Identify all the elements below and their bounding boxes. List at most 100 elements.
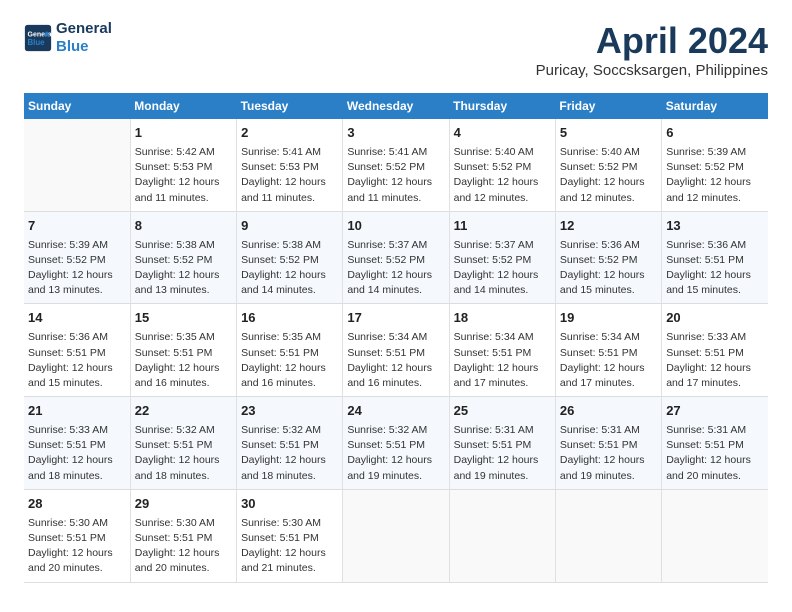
calendar-day-cell: 13 Sunrise: 5:36 AM Sunset: 5:51 PM Dayli… [662, 211, 768, 304]
day-info: Sunrise: 5:42 AM Sunset: 5:53 PM Dayligh… [135, 145, 232, 206]
day-number: 29 [135, 495, 232, 514]
logo: General Blue General Blue [24, 20, 112, 56]
weekday-header-cell: Saturday [662, 93, 768, 119]
day-info: Sunrise: 5:37 AM Sunset: 5:52 PM Dayligh… [454, 238, 551, 299]
calendar-day-cell: 6 Sunrise: 5:39 AM Sunset: 5:52 PM Daylig… [662, 119, 768, 211]
calendar-table: SundayMondayTuesdayWednesdayThursdayFrid… [24, 93, 768, 583]
day-number: 19 [560, 309, 657, 328]
weekday-header-cell: Thursday [449, 93, 555, 119]
weekday-header-cell: Friday [555, 93, 661, 119]
day-number: 10 [347, 217, 444, 236]
calendar-day-cell: 22 Sunrise: 5:32 AM Sunset: 5:51 PM Dayli… [130, 397, 236, 490]
day-info: Sunrise: 5:38 AM Sunset: 5:52 PM Dayligh… [241, 238, 338, 299]
day-number: 27 [666, 402, 764, 421]
day-info: Sunrise: 5:32 AM Sunset: 5:51 PM Dayligh… [135, 423, 232, 484]
calendar-day-cell: 23 Sunrise: 5:32 AM Sunset: 5:51 PM Dayli… [237, 397, 343, 490]
calendar-day-cell: 19 Sunrise: 5:34 AM Sunset: 5:51 PM Dayli… [555, 304, 661, 397]
calendar-day-cell: 16Sunrise: 5:35 AM Sunset: 5:51 PM Dayli… [237, 304, 343, 397]
calendar-week-row: 7 Sunrise: 5:39 AM Sunset: 5:52 PM Daylig… [24, 211, 768, 304]
day-number: 25 [454, 402, 551, 421]
logo-icon: General Blue [24, 24, 52, 52]
day-number: 24 [347, 402, 444, 421]
day-info: Sunrise: 5:30 AM Sunset: 5:51 PM Dayligh… [28, 516, 126, 577]
day-number: 23 [241, 402, 338, 421]
day-info: Sunrise: 5:30 AM Sunset: 5:51 PM Dayligh… [135, 516, 232, 577]
day-number: 1 [135, 124, 232, 143]
calendar-day-cell: 24 Sunrise: 5:32 AM Sunset: 5:51 PM Dayli… [343, 397, 449, 490]
day-number: 11 [454, 217, 551, 236]
logo-text: General Blue [56, 20, 112, 56]
day-number: 13 [666, 217, 764, 236]
calendar-day-cell: 9 Sunrise: 5:38 AM Sunset: 5:52 PM Daylig… [237, 211, 343, 304]
day-info: Sunrise: 5:36 AM Sunset: 5:51 PM Dayligh… [666, 238, 764, 299]
weekday-header-cell: Monday [130, 93, 236, 119]
calendar-week-row: 28 Sunrise: 5:30 AM Sunset: 5:51 PM Dayli… [24, 489, 768, 582]
day-info: Sunrise: 5:31 AM Sunset: 5:51 PM Dayligh… [666, 423, 764, 484]
day-info: Sunrise: 5:35 AM Sunset: 5:51 PM Dayligh… [135, 330, 232, 391]
day-number: 20 [666, 309, 764, 328]
calendar-day-cell: 15 Sunrise: 5:35 AM Sunset: 5:51 PM Dayli… [130, 304, 236, 397]
calendar-day-cell [555, 489, 661, 582]
calendar-day-cell: 12Sunrise: 5:36 AM Sunset: 5:52 PM Dayli… [555, 211, 661, 304]
calendar-day-cell: 1 Sunrise: 5:42 AM Sunset: 5:53 PM Daylig… [130, 119, 236, 211]
calendar-week-row: 21 Sunrise: 5:33 AM Sunset: 5:51 PM Dayli… [24, 397, 768, 490]
calendar-day-cell: 20 Sunrise: 5:33 AM Sunset: 5:51 PM Dayli… [662, 304, 768, 397]
calendar-day-cell [24, 119, 130, 211]
day-info: Sunrise: 5:34 AM Sunset: 5:51 PM Dayligh… [454, 330, 551, 391]
day-number: 26 [560, 402, 657, 421]
day-number: 7 [28, 217, 126, 236]
day-number: 21 [28, 402, 126, 421]
day-number: 9 [241, 217, 338, 236]
calendar-day-cell: 2Sunrise: 5:41 AM Sunset: 5:53 PM Daylig… [237, 119, 343, 211]
calendar-day-cell [343, 489, 449, 582]
day-info: Sunrise: 5:32 AM Sunset: 5:51 PM Dayligh… [347, 423, 444, 484]
day-info: Sunrise: 5:33 AM Sunset: 5:51 PM Dayligh… [666, 330, 764, 391]
calendar-day-cell: 8 Sunrise: 5:38 AM Sunset: 5:52 PM Daylig… [130, 211, 236, 304]
calendar-day-cell: 18 Sunrise: 5:34 AM Sunset: 5:51 PM Dayli… [449, 304, 555, 397]
day-info: Sunrise: 5:36 AM Sunset: 5:52 PM Dayligh… [560, 238, 657, 299]
day-info: Sunrise: 5:37 AM Sunset: 5:52 PM Dayligh… [347, 238, 444, 299]
calendar-day-cell: 30Sunrise: 5:30 AM Sunset: 5:51 PM Dayli… [237, 489, 343, 582]
day-number: 30 [241, 495, 338, 514]
day-info: Sunrise: 5:41 AM Sunset: 5:52 PM Dayligh… [347, 145, 444, 206]
calendar-day-cell: 3 Sunrise: 5:41 AM Sunset: 5:52 PM Daylig… [343, 119, 449, 211]
calendar-day-cell: 28 Sunrise: 5:30 AM Sunset: 5:51 PM Dayli… [24, 489, 130, 582]
weekday-header-cell: Tuesday [237, 93, 343, 119]
calendar-day-cell: 17 Sunrise: 5:34 AM Sunset: 5:51 PM Dayli… [343, 304, 449, 397]
day-info: Sunrise: 5:38 AM Sunset: 5:52 PM Dayligh… [135, 238, 232, 299]
day-info: Sunrise: 5:39 AM Sunset: 5:52 PM Dayligh… [28, 238, 126, 299]
day-info: Sunrise: 5:34 AM Sunset: 5:51 PM Dayligh… [560, 330, 657, 391]
day-number: 2 [241, 124, 338, 143]
calendar-day-cell: 4 Sunrise: 5:40 AM Sunset: 5:52 PM Daylig… [449, 119, 555, 211]
calendar-day-cell: 21 Sunrise: 5:33 AM Sunset: 5:51 PM Dayli… [24, 397, 130, 490]
day-number: 18 [454, 309, 551, 328]
day-info: Sunrise: 5:34 AM Sunset: 5:51 PM Dayligh… [347, 330, 444, 391]
day-info: Sunrise: 5:33 AM Sunset: 5:51 PM Dayligh… [28, 423, 126, 484]
day-info: Sunrise: 5:32 AM Sunset: 5:51 PM Dayligh… [241, 423, 338, 484]
svg-text:Blue: Blue [28, 38, 46, 47]
calendar-day-cell [449, 489, 555, 582]
month-title: April 2024 [536, 20, 768, 62]
location-title: Puricay, Soccsksargen, Philippines [536, 62, 768, 79]
day-number: 22 [135, 402, 232, 421]
calendar-day-cell: 27 Sunrise: 5:31 AM Sunset: 5:51 PM Dayli… [662, 397, 768, 490]
day-info: Sunrise: 5:35 AM Sunset: 5:51 PM Dayligh… [241, 330, 338, 391]
day-number: 6 [666, 124, 764, 143]
calendar-week-row: 1 Sunrise: 5:42 AM Sunset: 5:53 PM Daylig… [24, 119, 768, 211]
calendar-day-cell: 11 Sunrise: 5:37 AM Sunset: 5:52 PM Dayli… [449, 211, 555, 304]
day-number: 14 [28, 309, 126, 328]
day-number: 15 [135, 309, 232, 328]
day-number: 3 [347, 124, 444, 143]
calendar-day-cell: 29 Sunrise: 5:30 AM Sunset: 5:51 PM Dayli… [130, 489, 236, 582]
day-number: 8 [135, 217, 232, 236]
day-info: Sunrise: 5:31 AM Sunset: 5:51 PM Dayligh… [454, 423, 551, 484]
calendar-day-cell: 26Sunrise: 5:31 AM Sunset: 5:51 PM Dayli… [555, 397, 661, 490]
day-number: 4 [454, 124, 551, 143]
day-info: Sunrise: 5:39 AM Sunset: 5:52 PM Dayligh… [666, 145, 764, 206]
calendar-day-cell: 7 Sunrise: 5:39 AM Sunset: 5:52 PM Daylig… [24, 211, 130, 304]
day-number: 28 [28, 495, 126, 514]
day-info: Sunrise: 5:36 AM Sunset: 5:51 PM Dayligh… [28, 330, 126, 391]
calendar-body: 1 Sunrise: 5:42 AM Sunset: 5:53 PM Daylig… [24, 119, 768, 582]
day-number: 17 [347, 309, 444, 328]
day-info: Sunrise: 5:40 AM Sunset: 5:52 PM Dayligh… [454, 145, 551, 206]
